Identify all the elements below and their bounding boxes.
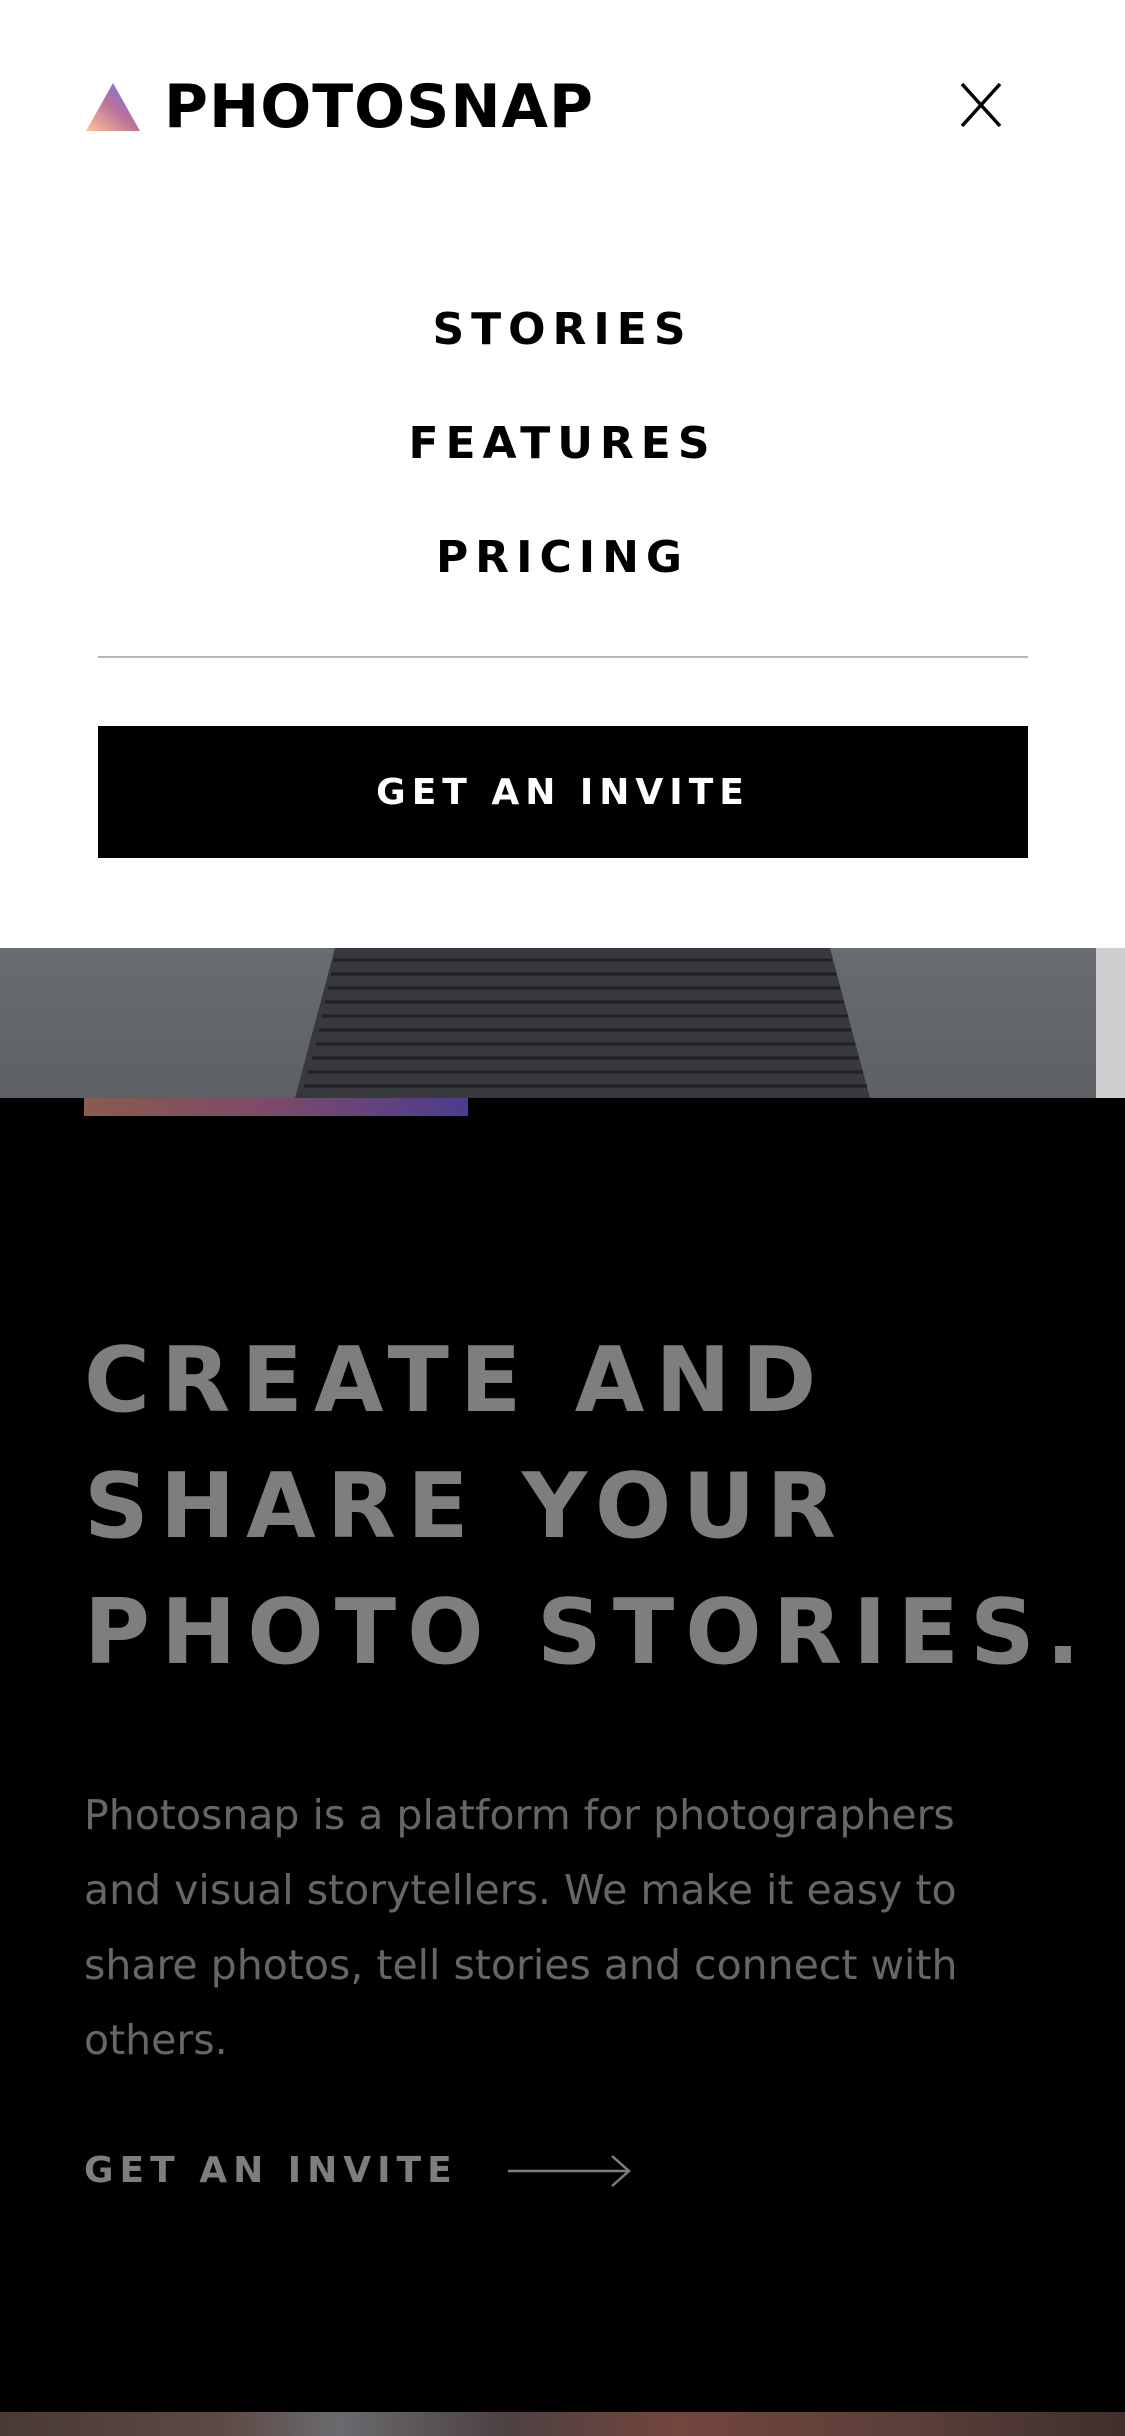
triangle-gradient-icon: [86, 83, 140, 131]
close-menu-button[interactable]: [950, 78, 1012, 134]
hero-image-edge: [1096, 948, 1125, 1098]
brand-name: PHOTOSNAP: [164, 72, 594, 142]
hero-get-invite-label: GET AN INVITE: [84, 2150, 458, 2191]
hero-image: [0, 948, 1125, 1098]
hero-get-invite-link[interactable]: GET AN INVITE: [84, 2146, 634, 2196]
nav-item-stories[interactable]: STORIES: [432, 300, 692, 360]
get-invite-button-label: GET AN INVITE: [376, 771, 750, 813]
hero-title: CREATE AND SHARE YOUR PHOTO STORIES.: [84, 1318, 1084, 1696]
mobile-nav: STORIES FEATURES PRICING: [0, 300, 1125, 588]
next-section-image: [0, 2412, 1125, 2436]
menu-divider: [98, 656, 1028, 658]
nav-item-features[interactable]: FEATURES: [408, 414, 716, 474]
mobile-menu-panel: PHOTOSNAP STORIES FEATURES PRICING GET A…: [0, 0, 1125, 948]
brand-logo[interactable]: PHOTOSNAP: [84, 72, 594, 142]
accent-bar: [84, 1098, 468, 1116]
get-invite-button[interactable]: GET AN INVITE: [98, 726, 1028, 858]
hero-title-line: SHARE YOUR: [84, 1454, 847, 1559]
close-icon: [960, 82, 1002, 128]
hero-section: [0, 1098, 1125, 2412]
hero-title-line: PHOTO STORIES.: [84, 1580, 1092, 1685]
arrow-right-icon: [507, 2155, 631, 2187]
hero-title-line: CREATE AND: [84, 1328, 828, 1433]
hero-description: Photosnap is a platform for photographer…: [84, 1791, 958, 2064]
nav-item-pricing[interactable]: PRICING: [436, 528, 689, 588]
